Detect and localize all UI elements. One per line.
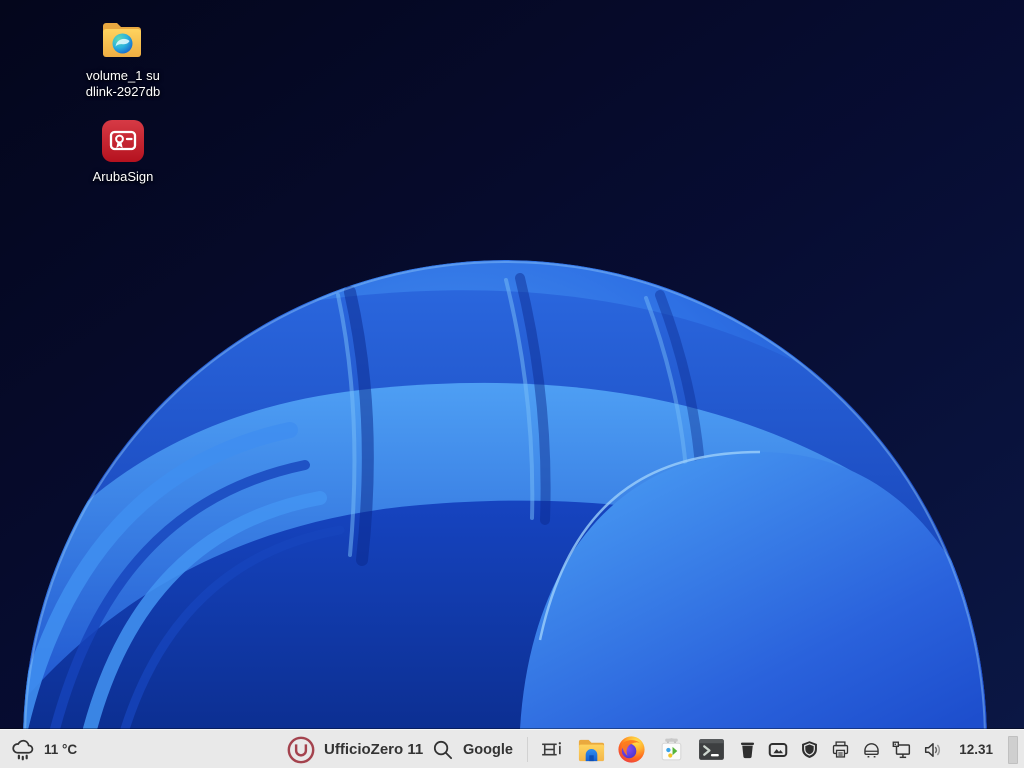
weather-widget[interactable]: 11 °C	[10, 730, 77, 768]
arubasign-icon	[101, 119, 145, 163]
task-view-icon	[539, 737, 564, 762]
weather-temperature: 11 °C	[44, 742, 77, 757]
search-label: Google	[463, 742, 513, 758]
security-shield-icon[interactable]	[798, 739, 820, 761]
desktop-icon-label: ArubaSign	[93, 169, 154, 185]
show-desktop-button[interactable]	[1008, 736, 1018, 764]
terminal-button[interactable]	[694, 733, 728, 767]
app-menu-label: UfficioZero 11	[324, 741, 423, 758]
audio-volume-icon[interactable]	[922, 739, 944, 761]
desktop-icon-arubasign[interactable]: ArubaSign	[93, 119, 154, 185]
file-manager-icon	[576, 734, 607, 765]
trash-icon[interactable]	[736, 739, 758, 761]
firefox-icon	[616, 734, 647, 765]
app-menu-button[interactable]: UfficioZero 11	[286, 730, 423, 768]
terminal-icon	[697, 735, 726, 764]
network-display-icon[interactable]	[891, 739, 913, 761]
screenshot-tool-icon[interactable]	[767, 739, 789, 761]
launcher-group	[534, 730, 728, 768]
search-icon	[431, 738, 454, 761]
taskbar: 11 °C UfficioZero 11 Google	[0, 729, 1024, 768]
firefox-button[interactable]	[614, 733, 648, 767]
ufficiozero-logo	[286, 735, 316, 765]
desktop-icon-volume-dlink[interactable]: volume_1 su dlink-2927db	[86, 16, 160, 99]
cloud-rain-icon	[10, 737, 36, 763]
file-manager-button[interactable]	[574, 733, 608, 767]
clock[interactable]: 12.31	[959, 742, 993, 757]
software-store-button[interactable]	[654, 733, 688, 767]
desktop-icon-label: volume_1 su dlink-2927db	[86, 68, 160, 99]
network-folder-icon	[99, 16, 147, 62]
removable-drive-icon[interactable]	[860, 739, 882, 761]
task-view-button[interactable]	[534, 733, 568, 767]
software-store-icon	[657, 735, 686, 764]
system-tray: 12.31	[736, 730, 1018, 768]
printer-icon[interactable]	[829, 739, 851, 761]
search-button[interactable]: Google	[431, 730, 513, 768]
desktop: volume_1 su dlink-2927db ArubaSign	[0, 0, 1024, 768]
taskbar-separator	[527, 737, 528, 762]
desktop-icon-list: volume_1 su dlink-2927db ArubaSign	[75, 16, 171, 185]
